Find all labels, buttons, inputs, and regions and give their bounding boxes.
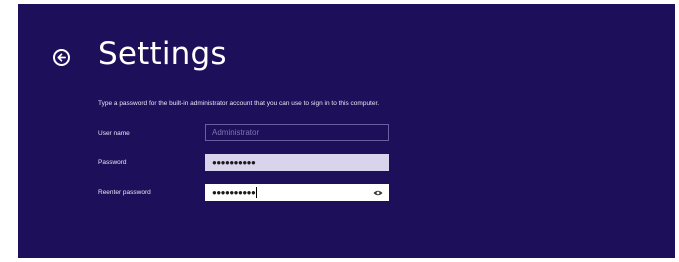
reenter-password-label: Reenter password [98,189,151,196]
back-arrow-icon [57,53,66,62]
instruction-text: Type a password for the built-in adminis… [98,100,380,107]
reenter-password-value: ●●●●●●●●●● [212,188,256,197]
eye-icon[interactable] [373,189,383,197]
user-name-label: User name [98,130,130,137]
oobe-settings-screen: Settings Type a password for the built-i… [18,4,675,258]
user-name-field: Administrator [205,124,389,141]
page-title: Settings [98,36,227,72]
user-name-value: Administrator [212,128,260,137]
text-caret [256,187,258,198]
password-label: Password [98,159,127,166]
back-button[interactable] [53,49,70,66]
password-field[interactable]: ●●●●●●●●●● [205,154,389,171]
password-value: ●●●●●●●●●● [212,158,256,167]
reenter-password-field[interactable]: ●●●●●●●●●● [205,184,389,201]
